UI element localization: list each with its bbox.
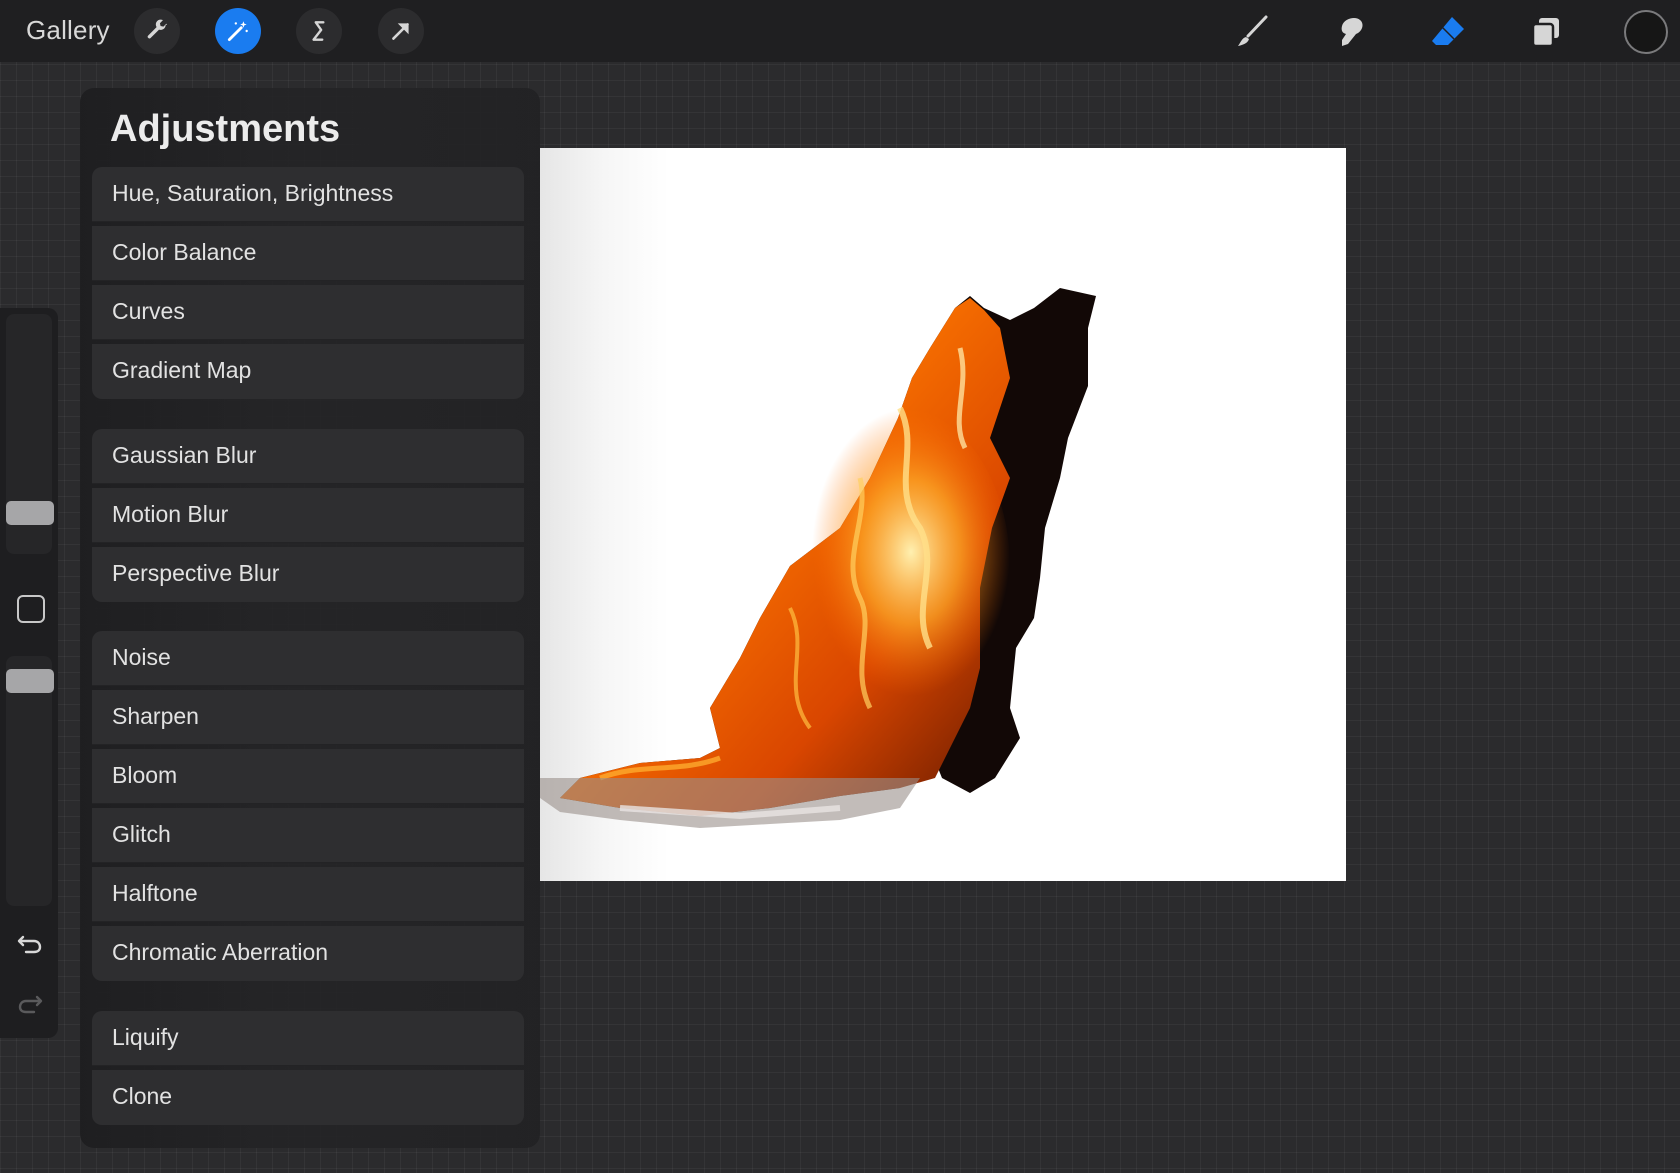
wrench-icon	[147, 19, 167, 39]
layers-icon	[1531, 18, 1559, 48]
brush-icon	[1238, 15, 1268, 46]
menu-item-gradient-map[interactable]: Gradient Map	[92, 344, 524, 399]
left-sidebar	[0, 308, 58, 1038]
opacity-slider[interactable]	[6, 656, 52, 906]
smudge-icon	[1341, 18, 1363, 46]
transform-button[interactable]	[378, 8, 424, 54]
menu-item-glitch[interactable]: Glitch	[92, 808, 524, 863]
selection-button[interactable]	[296, 8, 342, 54]
menu-item-halftone[interactable]: Halftone	[92, 867, 524, 922]
menu-item-gaussian-blur[interactable]: Gaussian Blur	[92, 429, 524, 484]
magic-wand-icon	[227, 21, 248, 42]
menu-item-clone[interactable]: Clone	[92, 1070, 524, 1125]
eraser-tool[interactable]	[1426, 10, 1470, 54]
modifier-button[interactable]	[17, 595, 45, 623]
redo-icon[interactable]	[15, 988, 45, 1018]
smudge-tool[interactable]	[1328, 10, 1372, 54]
menu-item-sharpen[interactable]: Sharpen	[92, 690, 524, 745]
brush-tool[interactable]	[1230, 10, 1274, 54]
transform-arrow-icon	[392, 23, 409, 40]
menu-item-hue-saturation-brightness[interactable]: Hue, Saturation, Brightness	[92, 167, 524, 222]
menu-item-motion-blur[interactable]: Motion Blur	[92, 488, 524, 543]
layers-tool[interactable]	[1524, 10, 1568, 54]
gallery-button[interactable]: Gallery	[26, 15, 110, 46]
adjustments-title: Adjustments	[110, 108, 341, 150]
selection-icon	[312, 21, 325, 41]
menu-item-perspective-blur[interactable]: Perspective Blur	[92, 547, 524, 602]
menu-item-bloom[interactable]: Bloom	[92, 749, 524, 804]
adjustments-button[interactable]	[215, 8, 261, 54]
menu-item-chromatic-aberration[interactable]: Chromatic Aberration	[92, 926, 524, 981]
color-picker[interactable]	[1624, 10, 1668, 54]
menu-item-curves[interactable]: Curves	[92, 285, 524, 340]
actions-button[interactable]	[134, 8, 180, 54]
artwork-image	[540, 288, 1096, 828]
undo-icon[interactable]	[15, 928, 45, 958]
opacity-thumb[interactable]	[6, 669, 54, 693]
menu-item-color-balance[interactable]: Color Balance	[92, 226, 524, 281]
menu-item-noise[interactable]: Noise	[92, 631, 524, 686]
top-toolbar: Gallery	[0, 0, 1680, 62]
brush-size-thumb[interactable]	[6, 501, 54, 525]
menu-item-liquify[interactable]: Liquify	[92, 1011, 524, 1066]
drawing-canvas[interactable]	[540, 148, 1346, 881]
eraser-icon	[1432, 17, 1464, 45]
